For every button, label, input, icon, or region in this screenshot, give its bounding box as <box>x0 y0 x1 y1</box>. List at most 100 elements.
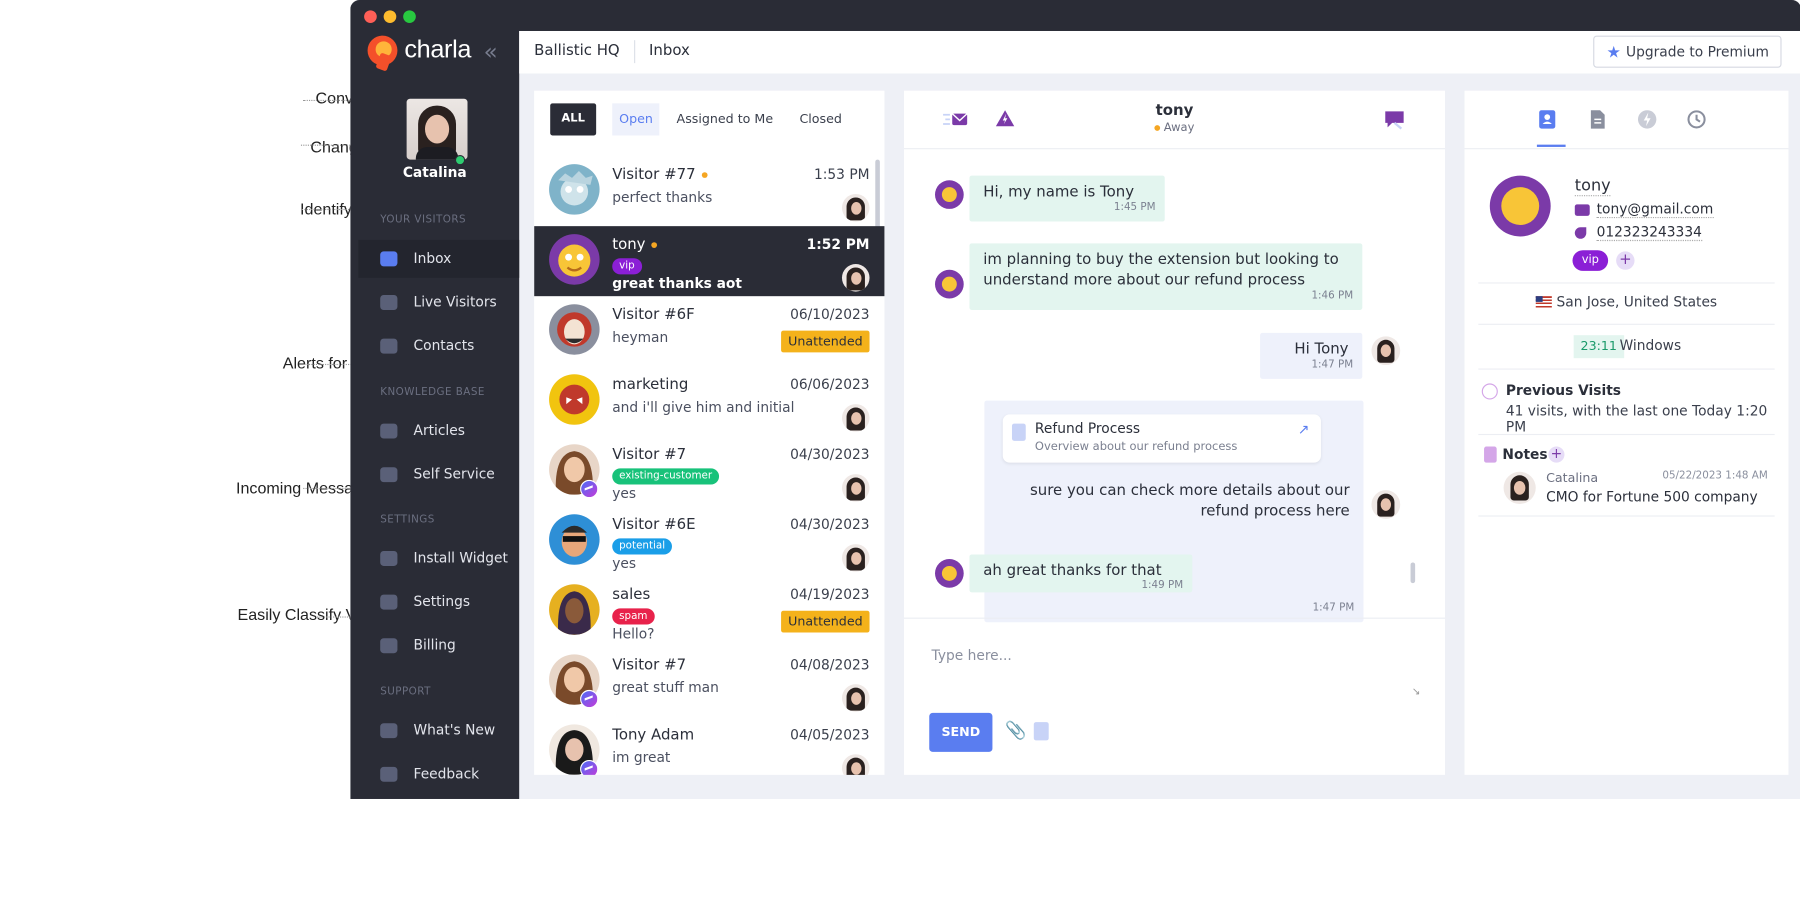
conversation-preview: yes <box>612 485 637 502</box>
article-card[interactable]: Refund Process Overview about our refund… <box>1002 414 1321 463</box>
previous-visits-text: 41 visits, with the last one Today 1:20 … <box>1505 402 1768 436</box>
article-title: Refund Process <box>1034 420 1141 437</box>
bolt-icon[interactable] <box>1637 109 1658 130</box>
profile-name[interactable]: tony <box>1574 177 1611 197</box>
profile-location: San Jose, United States <box>1465 294 1789 310</box>
billing-icon <box>380 638 398 654</box>
conversation-item[interactable]: Visitor #77 1:53 PM perfect thanks <box>534 156 884 226</box>
local-time: 23:11 <box>1573 335 1624 359</box>
upgrade-label: Upgrade to Premium <box>1626 43 1769 60</box>
conversation-item[interactable]: Visitor #7 04/08/2023 great stuff man <box>534 646 884 716</box>
conversation-item[interactable]: Visitor #6E potential 04/30/2023 yes <box>534 506 884 576</box>
breadcrumb-page: Inbox <box>648 42 690 60</box>
sidebar-item-billing[interactable]: Billing <box>358 627 519 665</box>
clipboard-icon <box>1484 446 1497 463</box>
history-icon[interactable] <box>1686 109 1707 130</box>
filter-open[interactable]: Open <box>612 103 660 136</box>
filter-closed[interactable]: Closed <box>799 103 841 135</box>
agent-avatar[interactable] <box>406 98 468 160</box>
add-note-button[interactable]: + <box>1548 446 1565 463</box>
close-conversation-icon[interactable] <box>1383 109 1406 130</box>
conversation-name: Visitor #77 <box>612 166 708 184</box>
document-icon[interactable] <box>1587 109 1608 130</box>
messenger-icon <box>580 479 599 499</box>
conversation-list: ALL Open Assigned to Me Closed Visitor #… <box>534 90 885 775</box>
conversation-preview: Hello? <box>612 625 655 642</box>
message-bubble-incoming: im planning to buy the extension but loo… <box>969 243 1363 310</box>
chat-header: tony Away <box>903 91 1446 150</box>
assigned-agent-avatar <box>841 194 870 222</box>
visitor-avatar <box>549 514 600 565</box>
tag-existing-customer: existing-customer <box>612 468 720 485</box>
divider <box>1478 368 1775 370</box>
flame-icon <box>380 723 398 739</box>
tag-potential: potential <box>612 538 673 555</box>
sidebar-item-label: Feedback <box>413 765 480 782</box>
send-button[interactable]: SEND <box>929 712 993 752</box>
sidebar-item-articles[interactable]: Articles <box>358 412 519 450</box>
minimize-window-button[interactable] <box>383 10 397 23</box>
attachment-icon[interactable]: 📎 <box>1005 720 1026 741</box>
sidebar-item-label: What's New <box>413 722 496 739</box>
note-author: Catalina <box>1546 470 1599 486</box>
conversation-preview: and i'll give him and initial b <box>612 399 794 416</box>
divider <box>1478 515 1775 517</box>
collapse-sidebar-icon[interactable]: « <box>484 38 498 66</box>
profile-email[interactable]: tony@gmail.com <box>1596 201 1714 219</box>
sidebar-item-label: Install Widget <box>413 549 508 566</box>
conversation-time: 04/30/2023 <box>790 516 870 533</box>
sidebar-item-live-visitors[interactable]: Live Visitors <box>358 284 519 322</box>
sidebar-item-label: Self Service <box>413 466 495 483</box>
conversation-preview: perfect thanks <box>612 189 713 206</box>
sidebar-item-settings[interactable]: Settings <box>358 583 519 621</box>
insert-article-icon[interactable] <box>1033 722 1049 741</box>
sidebar-item-install-widget[interactable]: Install Widget <box>358 540 519 578</box>
profile-avatar <box>1489 175 1551 237</box>
note-text: CMO for Fortune 500 company <box>1546 489 1758 506</box>
visitor-profile-panel: tony tony@gmail.com 012323243334 vip + S… <box>1464 90 1789 775</box>
sidebar-item-contacts[interactable]: Contacts <box>358 327 519 365</box>
add-tag-button[interactable]: + <box>1616 251 1635 270</box>
profile-phone[interactable]: 012323243334 <box>1596 224 1702 242</box>
message-text: im planning to buy the extension but loo… <box>983 251 1339 290</box>
conversation-item[interactable]: Visitor #6F 06/10/2023 heyman Unattended <box>534 296 884 366</box>
status-text: Away <box>1163 121 1195 135</box>
previous-visits-title: Previous Visits <box>1505 382 1621 399</box>
filter-assigned[interactable]: Assigned to Me <box>677 103 774 135</box>
sidebar-item-feedback[interactable]: Feedback <box>358 755 519 793</box>
filter-all[interactable]: ALL <box>550 103 597 136</box>
conversation-item-selected[interactable]: tony vip 1:52 PM great thanks aot <box>534 226 885 297</box>
conversation-time: 1:52 PM <box>806 236 870 253</box>
message-input[interactable]: Type here... <box>932 647 1012 663</box>
sidebar-item-inbox[interactable]: Inbox <box>358 239 520 278</box>
maximize-window-button[interactable] <box>403 10 416 23</box>
visitor-avatar <box>549 584 600 635</box>
sidebar-item-self-service[interactable]: Self Service <box>358 456 519 494</box>
contact-card-icon[interactable] <box>1537 109 1558 130</box>
conversation-time: 1:53 PM <box>813 166 870 183</box>
upgrade-button[interactable]: ★ Upgrade to Premium <box>1592 35 1782 68</box>
conversation-name-text: Visitor #77 <box>612 166 696 184</box>
profile-tag-vip[interactable]: vip <box>1572 250 1609 271</box>
us-flag-icon <box>1535 296 1552 308</box>
close-window-button[interactable] <box>364 10 377 23</box>
conversation-item[interactable]: sales spam 04/19/2023 Hello? Unattended <box>534 576 884 646</box>
chat-scrollbar[interactable] <box>1410 562 1416 584</box>
messenger-icon <box>580 689 599 709</box>
resize-handle-icon[interactable]: ↘ <box>1412 686 1421 697</box>
breadcrumb-workspace[interactable]: Ballistic HQ <box>534 42 620 59</box>
open-external-icon[interactable]: ↗ <box>1298 421 1310 437</box>
contacts-icon <box>380 338 398 354</box>
conversation-item[interactable]: Visitor #7 existing-customer 04/30/2023 … <box>534 436 884 506</box>
conversation-item[interactable]: Tony Adam 04/05/2023 im great <box>534 716 884 775</box>
conversation-item[interactable]: marketing 06/06/2023 and i'll give him a… <box>534 366 884 436</box>
widget-icon <box>380 551 398 566</box>
phone-icon <box>1574 227 1587 239</box>
sidebar-item-label: Settings <box>413 593 471 610</box>
article-doc-icon <box>1011 423 1026 441</box>
bolt-icon <box>380 295 398 310</box>
conversation-name: Visitor #7 <box>612 446 687 464</box>
sidebar-item-whats-new[interactable]: What's New <box>358 712 519 750</box>
divider <box>1478 323 1775 325</box>
location-text: San Jose, United States <box>1556 293 1718 310</box>
